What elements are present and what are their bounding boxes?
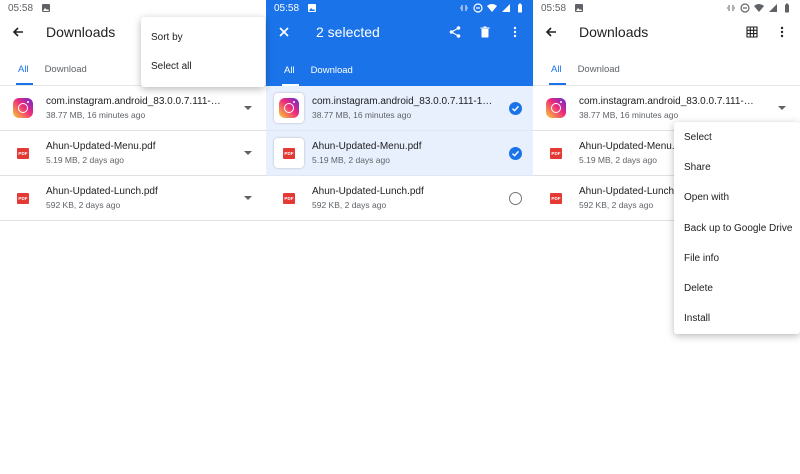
file-meta: 592 KB, 2 days ago [312,200,387,210]
tab-bar: All Download [533,48,800,86]
file-row[interactable]: PDF Ahun-Updated-Lunch.pdf 592 KB, 2 day… [266,176,533,221]
tab-all[interactable]: All [278,65,305,86]
checked-circle-icon[interactable] [508,101,522,115]
back-arrow-icon[interactable] [8,22,28,42]
status-bar: 05:58 [533,0,800,16]
file-meta: 5.19 MB, 2 days ago [312,155,390,165]
file-meta: 5.19 MB, 2 days ago [46,155,124,165]
status-time: 05:58 [541,2,567,14]
more-vert-icon[interactable] [505,22,525,42]
downloads-panel-selection: 05:58 2 selected All Download com.instag… [266,0,533,474]
unchecked-circle-icon[interactable] [508,191,522,205]
more-vert-icon[interactable] [772,22,792,42]
instagram-icon [546,98,566,118]
signal-icon [769,4,777,12]
file-meta: 38.77 MB, 16 minutes ago [312,110,412,120]
file-meta: 38.77 MB, 16 minutes ago [579,110,679,120]
pdf-icon: PDF [550,147,562,159]
tab-bar: All Download [266,48,533,86]
dropdown-arrow-icon[interactable] [244,106,252,110]
image-notification-icon [308,4,317,12]
file-name: Ahun-Updated-Menu.pdf [312,141,422,152]
file-row[interactable]: PDF Ahun-Updated-Menu.pdf 5.19 MB, 2 day… [0,131,266,176]
menu-item-select-all[interactable]: Select all [141,52,265,81]
tab-download[interactable]: Download [572,64,630,85]
menu-item-backup-drive[interactable]: Back up to Google Drive [674,213,800,243]
menu-item-sort-by[interactable]: Sort by [141,23,265,52]
status-time: 05:58 [274,2,300,14]
pdf-icon: PDF [17,147,29,159]
link-icon [460,5,468,11]
battery-icon [785,3,789,13]
file-row[interactable]: PDF Ahun-Updated-Lunch.pdf 592 KB, 2 day… [0,176,266,221]
app-bar: Downloads [533,16,800,48]
tab-all[interactable]: All [12,64,39,85]
file-context-menu: Select Share Open with Back up to Google… [674,122,800,334]
file-name: Ahun-Updated-Lunch.pdf [312,186,424,197]
file-meta: 592 KB, 2 days ago [46,200,121,210]
wifi-icon [487,4,497,12]
file-name: Ahun-Updated-Menu.pdf [46,141,156,152]
tab-all[interactable]: All [545,64,572,85]
menu-item-open-with[interactable]: Open with [674,183,800,213]
page-title: Downloads [46,24,116,40]
file-meta: 38.77 MB, 16 minutes ago [46,110,146,120]
instagram-icon [279,98,299,118]
status-time: 05:58 [8,2,34,14]
selection-count: 2 selected [316,24,380,40]
dropdown-arrow-icon[interactable] [778,106,786,110]
menu-item-file-info[interactable]: File info [674,243,800,273]
dropdown-arrow-icon[interactable] [244,196,252,200]
do-not-disturb-icon [473,3,483,13]
file-row[interactable]: PDF Ahun-Updated-Menu.pdf 5.19 MB, 2 day… [266,131,533,176]
image-notification-icon [575,4,584,12]
page-title: Downloads [579,24,649,40]
checked-circle-icon[interactable] [508,146,522,160]
pdf-icon: PDF [17,192,29,204]
status-bar: 05:58 [266,0,533,16]
app-bar: 2 selected [266,16,533,48]
close-icon[interactable] [274,22,294,42]
pdf-icon: PDF [283,147,295,159]
delete-icon[interactable] [475,22,495,42]
file-row[interactable]: com.instagram.android_83.0.0.7.111-… 38.… [0,86,266,131]
status-bar: 05:58 [0,0,266,16]
file-list: com.instagram.android_83.0.0.7.111-14… 3… [266,86,533,221]
file-list: com.instagram.android_83.0.0.7.111-… 38.… [0,86,266,221]
menu-item-install[interactable]: Install [674,304,800,334]
tab-download[interactable]: Download [305,65,363,86]
file-name: com.instagram.android_83.0.0.7.111-… [579,96,754,107]
wifi-icon [754,4,764,12]
dropdown-arrow-icon[interactable] [244,151,252,155]
file-name: com.instagram.android_83.0.0.7.111-… [46,96,221,107]
file-row[interactable]: com.instagram.android_83.0.0.7.111-14… 3… [266,86,533,131]
grid-view-icon[interactable] [742,22,762,42]
image-notification-icon [42,4,51,12]
file-name: Ahun-Updated-Lunch.pdf [46,186,158,197]
overflow-menu: Sort by Select all [141,17,265,87]
file-name: com.instagram.android_83.0.0.7.111-14… [312,96,497,107]
menu-item-select[interactable]: Select [674,122,800,152]
menu-item-share[interactable]: Share [674,152,800,182]
selection-header: 05:58 2 selected All Download [266,0,533,86]
menu-item-delete[interactable]: Delete [674,273,800,303]
share-icon[interactable] [445,22,465,42]
do-not-disturb-icon [740,3,750,13]
battery-icon [518,3,522,13]
back-arrow-icon[interactable] [541,22,561,42]
pdf-icon: PDF [283,192,295,204]
signal-icon [502,4,510,12]
pdf-icon: PDF [550,192,562,204]
link-icon [727,5,735,11]
tab-download[interactable]: Download [39,64,97,85]
instagram-icon [13,98,33,118]
